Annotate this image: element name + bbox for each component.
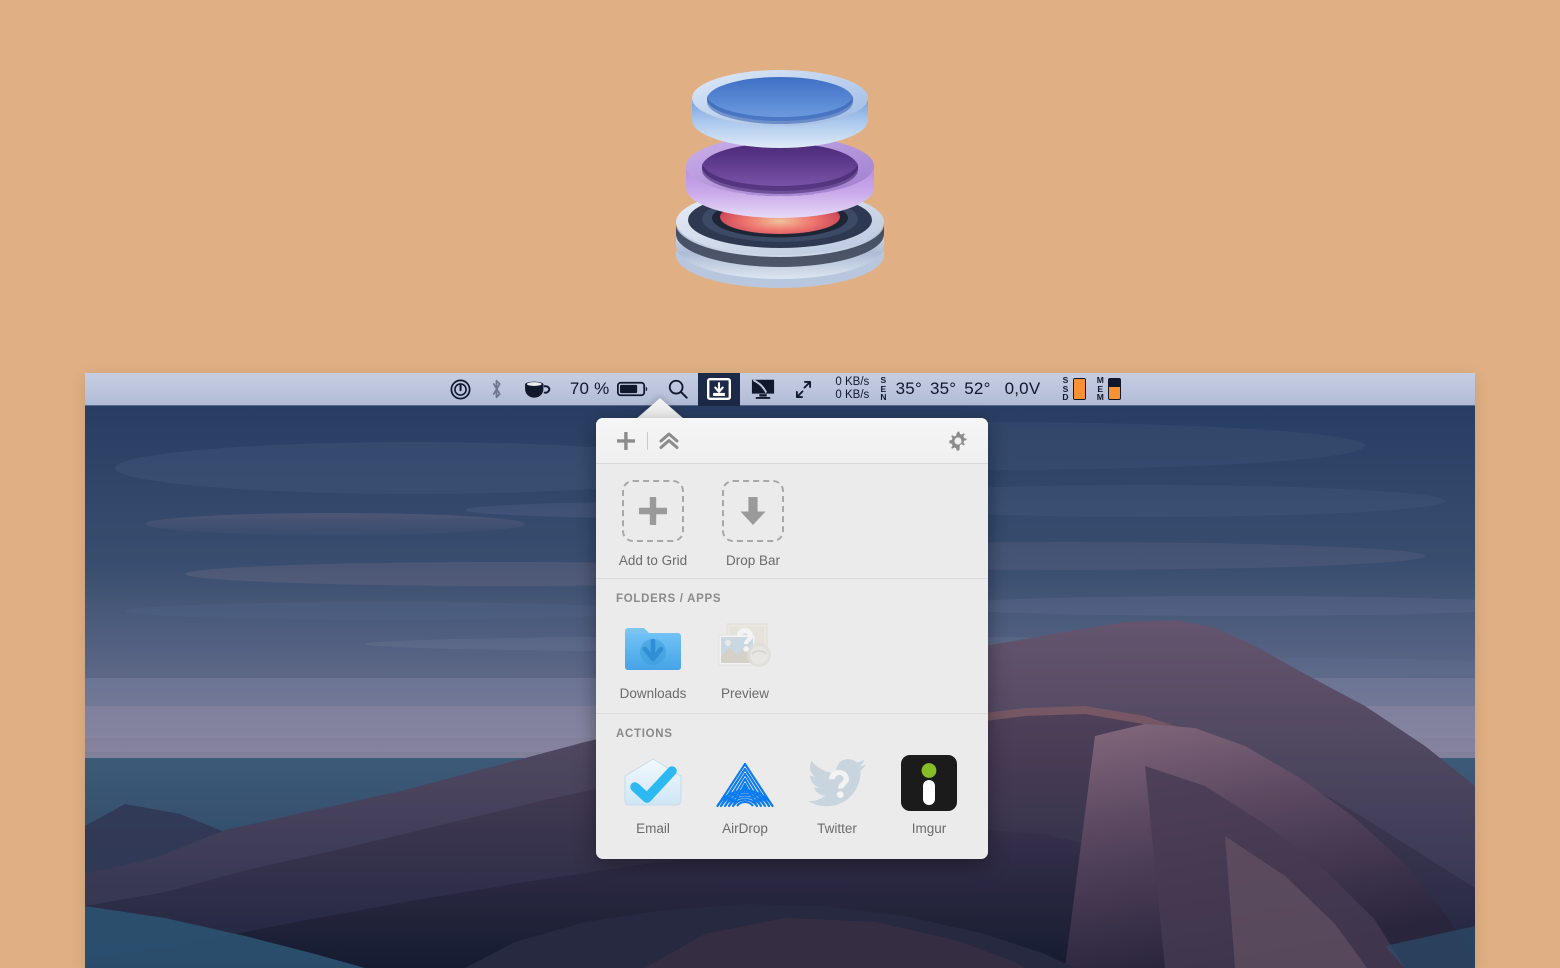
macos-menu-bar: 70 % 0 KB/s 0 KB/s S E N 35° 35° 52° 0,0… xyxy=(85,373,1475,406)
collapse-button[interactable] xyxy=(655,427,683,455)
desktop-screenshot: 70 % 0 KB/s 0 KB/s S E N 35° 35° 52° 0,0… xyxy=(85,373,1475,968)
battery-percent-label: 70 % xyxy=(569,379,610,398)
gear-icon xyxy=(949,430,967,451)
diagonal-arrows-icon xyxy=(796,380,812,398)
network-upload-label: 0 KB/s xyxy=(835,376,870,388)
menubar-item-bluetooth[interactable] xyxy=(480,373,513,406)
preview-app-icon xyxy=(714,617,776,679)
ssd-gauge-bar xyxy=(1072,378,1086,400)
tile-imgur[interactable]: Imgur xyxy=(894,752,964,836)
sensors-label: SENSEN xyxy=(880,375,887,403)
bluetooth-icon xyxy=(492,379,501,399)
temp-2-label: 35° xyxy=(929,379,957,398)
twitter-bird-question-icon xyxy=(806,752,868,814)
downloads-folder-icon xyxy=(622,617,684,679)
tile-preview[interactable]: Preview xyxy=(710,617,780,701)
app-logo xyxy=(650,50,910,290)
tile-email[interactable]: Email xyxy=(618,752,688,836)
search-icon xyxy=(669,379,689,399)
display-icon xyxy=(752,379,775,399)
email-envelope-check-icon xyxy=(622,752,684,814)
add-grid-button[interactable] xyxy=(612,427,640,455)
settings-button[interactable] xyxy=(944,427,972,455)
double-chevron-up-icon xyxy=(659,432,679,449)
panel-header xyxy=(596,418,988,464)
menubar-item-temp-3[interactable]: 52° xyxy=(960,373,994,406)
dropzone-bar-label: Drop Bar xyxy=(725,553,781,568)
menubar-item-expand[interactable] xyxy=(786,373,821,406)
onepassword-icon xyxy=(450,379,471,399)
menubar-item-mem-gauge[interactable]: MEM xyxy=(1089,373,1123,406)
mem-gauge-bar xyxy=(1108,378,1121,400)
dropzone-add-box xyxy=(622,480,684,542)
mem-label: MEM xyxy=(1096,375,1104,403)
voltage-label: 0,0V xyxy=(1004,379,1041,398)
menubar-item-ssd-gauge[interactable]: SSD xyxy=(1050,373,1088,406)
tile-airdrop[interactable]: AirDrop xyxy=(710,752,780,836)
section-title-folders: FOLDERS / APPS xyxy=(616,593,722,605)
dropzone-bar-box xyxy=(722,480,784,542)
menubar-item-caffeine[interactable] xyxy=(513,373,561,406)
tile-twitter-label: Twitter xyxy=(817,821,857,836)
menubar-item-onepassword[interactable] xyxy=(441,373,480,406)
menubar-item-sensors[interactable]: SENSEN xyxy=(875,373,891,406)
menubar-item-dropzone[interactable] xyxy=(698,373,741,406)
plus-icon xyxy=(639,497,667,525)
menubar-item-display[interactable] xyxy=(740,373,786,406)
menubar-item-temp-1[interactable]: 35° xyxy=(892,373,926,406)
menubar-item-network-speed[interactable]: 0 KB/s 0 KB/s xyxy=(821,373,875,406)
imgur-icon xyxy=(898,752,960,814)
coffee-cup-icon xyxy=(524,381,551,398)
dropzone-targets: Add to Grid Drop Bar xyxy=(596,464,988,578)
dropzone-drop-bar[interactable]: Drop Bar xyxy=(718,480,788,568)
dropzone-add-label: Add to Grid xyxy=(618,553,688,568)
menubar-item-voltage[interactable]: 0,0V xyxy=(995,373,1051,406)
tile-preview-label: Preview xyxy=(720,686,769,701)
section-title-actions: ACTIONS xyxy=(616,728,673,740)
battery-icon xyxy=(617,381,648,397)
network-download-label: 0 KB/s xyxy=(835,389,870,401)
tile-email-label: Email xyxy=(636,821,670,836)
header-divider xyxy=(647,431,648,450)
tile-downloads-label: Downloads xyxy=(619,686,687,701)
menubar-item-temp-2[interactable]: 35° xyxy=(926,373,960,406)
arrow-down-icon xyxy=(740,497,766,525)
ssd-label: SSD xyxy=(1062,375,1069,403)
dropzone-add-to-grid[interactable]: Add to Grid xyxy=(618,480,688,568)
airdrop-icon xyxy=(714,752,776,814)
download-box-icon xyxy=(707,378,732,400)
page-root: 70 % 0 KB/s 0 KB/s S E N 35° 35° 52° 0,0… xyxy=(0,0,1560,968)
tile-downloads[interactable]: Downloads xyxy=(618,617,688,701)
actions-grid: Email AirDrop Twitter Imgur xyxy=(596,740,988,848)
tile-imgur-label: Imgur xyxy=(911,821,947,836)
temp-3-label: 52° xyxy=(964,379,991,398)
folders-apps-grid: Downloads Preview xyxy=(596,605,988,713)
dropzone-popup-panel: Add to Grid Drop Bar FOLDERS / APPS Down… xyxy=(596,418,988,859)
popup-notch xyxy=(636,398,684,419)
plus-icon xyxy=(617,431,635,450)
tile-twitter[interactable]: Twitter xyxy=(802,752,872,836)
tile-airdrop-label: AirDrop xyxy=(722,821,768,836)
temp-1-label: 35° xyxy=(895,379,922,398)
